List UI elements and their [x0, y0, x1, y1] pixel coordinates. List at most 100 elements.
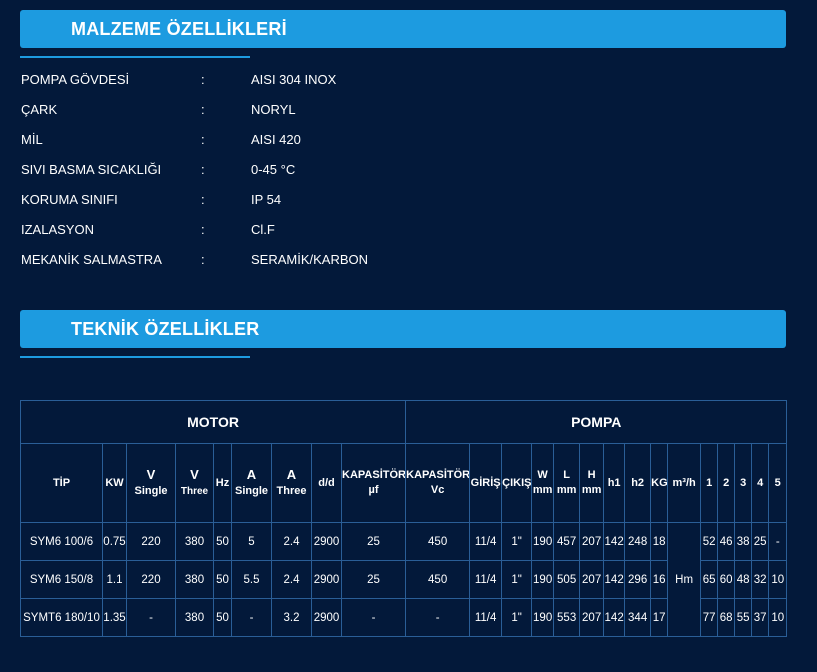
cell-v-single: 220 — [126, 522, 176, 561]
cell-hz: 50 — [213, 522, 232, 561]
technical-spec-table: MOTOR POMPA TİP KW V Single V Three Hz A Si… — [19, 400, 788, 637]
spec-label: SIVI BASMA SICAKLIĞI — [21, 162, 162, 177]
col-header-main: KAPASİTÖR — [342, 469, 406, 481]
spec-row-shaft: MİL : AISI 420 — [21, 130, 521, 160]
spec-row-pump-body: POMPA GÖVDESİ : AISI 304 INOX — [21, 70, 521, 100]
spec-row-insulation: IZALASYON : Cl.F — [21, 220, 521, 250]
cell-flow-4: 37 — [751, 598, 770, 637]
col-header-flow-4: 4 — [751, 443, 770, 523]
cell-kg: 18 — [650, 522, 669, 561]
spec-value: AISI 420 — [251, 132, 301, 147]
cell-h2: 248 — [624, 522, 652, 561]
spec-separator: : — [201, 222, 205, 237]
cell-flow-4: 32 — [751, 560, 770, 599]
cell-l: 553 — [553, 598, 581, 637]
col-header-sub: Vc — [430, 484, 445, 496]
spec-separator: : — [201, 132, 205, 147]
cell-capacitor-uf: 25 — [340, 560, 407, 599]
cell-flow-2: 46 — [717, 522, 736, 561]
table-column-header-row: TİP KW V Single V Three Hz A Single A Three … — [20, 443, 788, 523]
cell-tip: SYMT6 180/10 — [20, 598, 103, 637]
spec-value: IP 54 — [251, 192, 282, 207]
technical-section-header: TEKNİK ÖZELLİKLER — [20, 310, 786, 348]
spec-row-impeller: ÇARK : NORYL — [21, 100, 521, 130]
col-header-w: Wmm — [531, 443, 555, 523]
spec-value: 0-45 °C — [251, 162, 296, 177]
spec-value: NORYL — [251, 102, 296, 117]
cell-flow-1: 52 — [700, 522, 719, 561]
col-header-capacitor-vc: KAPASİTÖR Vc — [405, 443, 471, 523]
cell-v-three: 380 — [175, 522, 214, 561]
cell-a-three: 2.4 — [271, 560, 312, 599]
cell-capacitor-vc: 450 — [405, 560, 471, 599]
cell-flow-2: 68 — [717, 598, 736, 637]
table-row: SYM6 100/6 0.75 220 380 50 5 2.4 2900 25… — [20, 522, 788, 637]
material-section-underline — [20, 56, 250, 58]
spec-value: AISI 304 INOX — [251, 72, 337, 87]
cell-kg: 16 — [650, 560, 669, 599]
cell-l: 505 — [553, 560, 581, 599]
cell-hz: 50 — [213, 598, 232, 637]
technical-section-title: TEKNİK ÖZELLİKLER — [71, 319, 260, 339]
col-header-flow-1: 1 — [700, 443, 719, 523]
cell-w: 190 — [531, 598, 555, 637]
col-header-flow-2: 2 — [717, 443, 736, 523]
spec-label: MEKANİK SALMASTRA — [21, 252, 162, 267]
cell-hz: 50 — [213, 560, 232, 599]
spec-label: POMPA GÖVDESİ — [21, 72, 130, 87]
cell-h: 207 — [579, 522, 605, 561]
col-header-kw: KW — [102, 443, 127, 523]
spec-value: Cl.F — [251, 222, 275, 237]
col-header-dd: d/d — [311, 443, 342, 523]
cell-kg: 17 — [650, 598, 669, 637]
cell-capacitor-uf: - — [340, 598, 407, 637]
spec-separator: : — [201, 192, 205, 207]
cell-flow-3: 55 — [734, 598, 753, 637]
cell-dd: 2900 — [311, 522, 342, 561]
cell-flow-4: 25 — [751, 522, 770, 561]
cell-dd: 2900 — [311, 560, 342, 599]
col-header-sub: mm — [556, 484, 577, 496]
table-group-header-row: MOTOR POMPA — [19, 400, 788, 444]
cell-flow-3: 38 — [734, 522, 753, 561]
material-spec-list: POMPA GÖVDESİ : AISI 304 INOX ÇARK : NOR… — [21, 70, 521, 280]
cell-h: 207 — [579, 598, 605, 637]
col-header-sub: mm — [532, 484, 553, 496]
cell-flow-2: 60 — [717, 560, 736, 599]
col-header-sub: mm — [581, 484, 602, 496]
col-header-outlet: ÇIKIŞ — [501, 443, 533, 523]
cell-capacitor-vc: - — [405, 598, 471, 637]
col-header-flow: m³/h — [667, 443, 702, 523]
spec-label: KORUMA SINIFI — [21, 192, 118, 207]
cell-outlet: 1" — [501, 522, 533, 561]
col-header-v-single: V Single — [126, 443, 176, 523]
col-header-main: H — [587, 469, 596, 481]
spec-separator: : — [201, 162, 205, 177]
cell-flow-5: 10 — [768, 560, 788, 599]
col-header-main: A — [246, 467, 257, 482]
cell-flow-1: 77 — [700, 598, 719, 637]
spec-row-liquid-temperature: SIVI BASMA SICAKLIĞI : 0-45 °C — [21, 160, 521, 190]
cell-v-single: - — [126, 598, 176, 637]
spec-separator: : — [201, 72, 205, 87]
col-header-v-three: V Three — [175, 443, 214, 523]
col-header-hz: Hz — [213, 443, 232, 523]
col-header-tip: TİP — [20, 443, 103, 523]
cell-w: 190 — [531, 522, 555, 561]
cell-capacitor-vc: 450 — [405, 522, 471, 561]
cell-flow-5: - — [768, 522, 788, 561]
spec-row-mechanical-seal: MEKANİK SALMASTRA : SERAMİK/KARBON — [21, 250, 521, 280]
cell-kw: 0.75 — [102, 522, 127, 561]
cell-h: 207 — [579, 560, 605, 599]
cell-capacitor-uf: 25 — [340, 522, 407, 561]
motor-group-header: MOTOR — [19, 400, 407, 444]
col-header-sub: Three — [276, 485, 307, 497]
col-header-main: KAPASİTÖR — [406, 469, 470, 481]
col-header-a-single: A Single — [231, 443, 272, 523]
col-header-sub: µf — [368, 484, 379, 496]
cell-flow-1: 65 — [700, 560, 719, 599]
col-header-h1: h1 — [603, 443, 626, 523]
col-header-kg: KG — [650, 443, 669, 523]
col-header-main: V — [190, 467, 199, 482]
material-section-title: MALZEME ÖZELLİKLERİ — [71, 19, 287, 39]
